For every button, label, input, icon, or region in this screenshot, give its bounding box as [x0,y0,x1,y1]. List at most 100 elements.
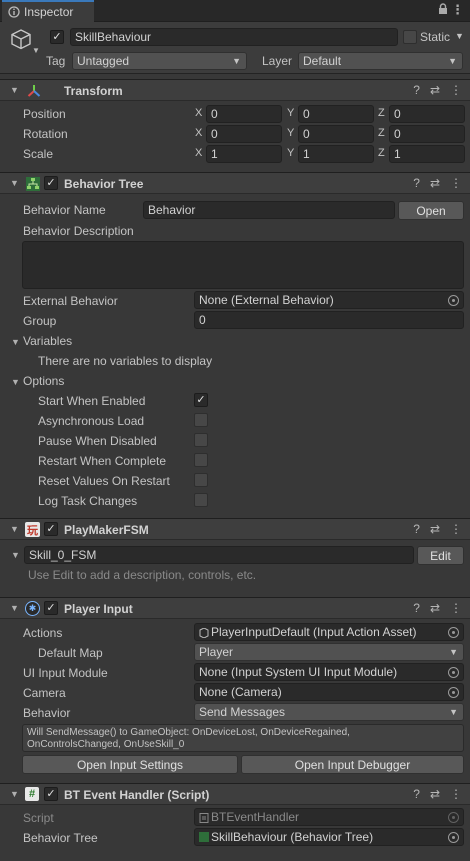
help-icon[interactable]: ? [413,522,420,536]
component-enabled-toggle[interactable]: ✓ [44,601,58,615]
rotation-z-field[interactable]: 0 [389,125,465,143]
object-picker-icon[interactable] [448,832,459,843]
restart-when-complete-checkbox[interactable] [194,453,208,467]
behavior-tree-header[interactable]: ▼ ✓ Behavior Tree ? ⇄ ⋮ [0,172,470,194]
position-y-field[interactable]: 0 [298,105,374,123]
foldout-arrow-icon[interactable]: ▼ [11,377,20,387]
kebab-menu-icon[interactable]: ⋮ [451,2,464,18]
chevron-down-icon[interactable]: ▼ [32,46,40,55]
open-input-debugger-button[interactable]: Open Input Debugger [241,755,464,774]
static-toggle[interactable] [403,30,417,44]
help-icon[interactable]: ? [413,83,420,97]
tab-inspector[interactable]: Inspector [2,0,94,22]
group-label: Group [23,314,57,328]
lock-icon[interactable] [438,3,448,18]
rotation-x-field[interactable]: 0 [206,125,282,143]
presets-icon[interactable]: ⇄ [430,176,440,190]
kebab-menu-icon[interactable]: ⋮ [450,601,462,615]
open-input-settings-button[interactable]: Open Input Settings [22,755,238,774]
option-label: Log Task Changes [38,494,138,508]
position-x-field[interactable]: 0 [206,105,282,123]
tag-label: Tag [46,54,66,68]
foldout-arrow-icon[interactable]: ▼ [11,550,20,560]
player-input-header[interactable]: ▼ ✱ ✓ Player Input ? ⇄ ⋮ [0,597,470,619]
component-title: Transform [64,84,123,98]
behavior-description-label: Behavior Description [23,224,134,238]
edit-button[interactable]: Edit [417,546,464,565]
foldout-arrow-icon[interactable]: ▼ [10,178,19,188]
options-foldout-label[interactable]: Options [23,374,64,388]
presets-icon[interactable]: ⇄ [430,522,440,536]
inspector-tab-bar: Inspector ⋮ [0,0,470,22]
kebab-menu-icon[interactable]: ⋮ [450,787,462,801]
scale-x-field[interactable]: 1 [206,145,282,163]
component-enabled-toggle[interactable]: ✓ [44,787,58,801]
asynchronous-load-checkbox[interactable] [194,413,208,427]
scale-z-field[interactable]: 1 [389,145,465,163]
behavior-name-field[interactable]: Behavior [143,201,395,219]
actions-label: Actions [23,626,63,640]
external-behavior-field[interactable]: None (External Behavior) [194,291,464,309]
help-icon[interactable]: ? [413,787,420,801]
behavior-description-textarea[interactable] [22,241,464,289]
help-icon[interactable]: ? [413,176,420,190]
foldout-arrow-icon[interactable]: ▼ [10,789,19,799]
component-title: PlayMakerFSM [64,523,149,537]
object-picker-icon[interactable] [448,687,459,698]
log-task-changes-checkbox[interactable] [194,493,208,507]
behavior-tree-field[interactable]: SkillBehaviour (Behavior Tree) [194,828,464,846]
kebab-menu-icon[interactable]: ⋮ [450,176,462,190]
behavior-tree-icon [199,832,209,842]
name-field[interactable]: SkillBehaviour [70,28,398,46]
x-axis-label: X [195,107,203,119]
default-map-dropdown[interactable]: Player ▼ [194,643,464,661]
variables-foldout-label[interactable]: Variables [23,334,72,348]
object-picker-icon[interactable] [448,667,459,678]
kebab-menu-icon[interactable]: ⋮ [450,522,462,536]
group-field[interactable]: 0 [194,311,464,329]
script-label: Script [23,811,54,825]
pause-when-disabled-checkbox[interactable] [194,433,208,447]
ui-input-module-field[interactable]: None (Input System UI Input Module) [194,663,464,681]
rotation-y-field[interactable]: 0 [298,125,374,143]
option-label: Reset Values On Restart [38,474,170,488]
kebab-menu-icon[interactable]: ⋮ [450,83,462,97]
camera-value: None (Camera) [199,685,282,699]
presets-icon[interactable]: ⇄ [430,787,440,801]
object-picker-icon[interactable] [448,295,459,306]
bt-event-handler-header[interactable]: ▼ # ✓ BT Event Handler (Script) ? ⇄ ⋮ [0,783,470,805]
option-label: Start When Enabled [38,394,146,408]
foldout-arrow-icon[interactable]: ▼ [10,524,19,534]
camera-field[interactable]: None (Camera) [194,683,464,701]
tab-label: Inspector [24,5,74,19]
component-enabled-toggle[interactable]: ✓ [44,176,58,190]
help-icon[interactable]: ? [413,601,420,615]
foldout-arrow-icon[interactable]: ▼ [10,603,19,613]
default-map-label: Default Map [38,646,103,660]
active-toggle[interactable]: ✓ [50,30,64,44]
position-z-field[interactable]: 0 [389,105,465,123]
foldout-arrow-icon[interactable]: ▼ [10,85,19,95]
ui-input-module-value: None (Input System UI Input Module) [199,665,398,679]
actions-field[interactable]: PlayerInputDefault (Input Action Asset) [194,623,464,641]
scale-y-field[interactable]: 1 [298,145,374,163]
gameobject-header: ▼ ✓ SkillBehaviour Static ▼ Tag Untagged… [0,22,470,74]
y-axis-label: Y [287,147,295,159]
transform-header[interactable]: ▼ Transform ? ⇄ ⋮ [0,79,470,101]
chevron-down-icon[interactable]: ▼ [455,31,464,41]
object-picker-icon[interactable] [448,627,459,638]
tag-value: Untagged [77,54,130,68]
behavior-dropdown[interactable]: Send Messages ▼ [194,703,464,721]
tag-dropdown[interactable]: Untagged ▼ [72,52,247,70]
start-when-enabled-checkbox[interactable]: ✓ [194,393,208,407]
reset-values-on-restart-checkbox[interactable] [194,473,208,487]
presets-icon[interactable]: ⇄ [430,83,440,97]
foldout-arrow-icon[interactable]: ▼ [11,337,20,347]
playmaker-header[interactable]: ▼ 玩 ✓ PlayMakerFSM ? ⇄ ⋮ [0,518,470,540]
open-button[interactable]: Open [398,201,464,220]
fsm-name-field[interactable]: Skill_0_FSM [24,546,414,564]
component-enabled-toggle[interactable]: ✓ [44,522,58,536]
layer-dropdown[interactable]: Default ▼ [298,52,463,70]
chevron-down-icon: ▼ [449,647,458,657]
presets-icon[interactable]: ⇄ [430,601,440,615]
